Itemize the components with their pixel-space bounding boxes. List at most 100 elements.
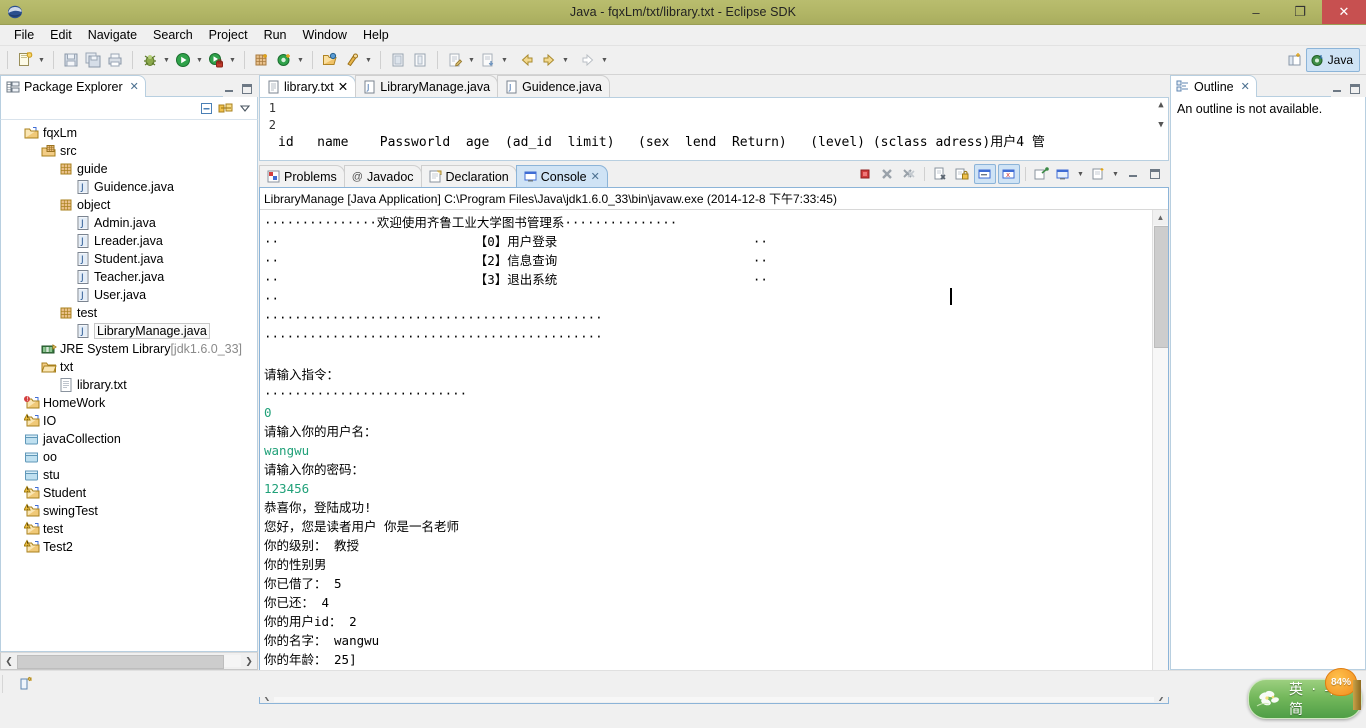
ime-toolbar[interactable]: 英 · 半 简 84%: [1248, 668, 1362, 719]
next-annotation-icon[interactable]: [387, 49, 409, 71]
editor-body[interactable]: 1 2 id name Passworld age (ad_id limit) …: [259, 97, 1169, 161]
close-icon[interactable]: ✕: [130, 80, 139, 93]
print-icon[interactable]: [104, 49, 126, 71]
tree-item[interactable]: guide: [1, 160, 257, 178]
editor-tab-library-txt[interactable]: library.txt ✕: [259, 75, 357, 97]
open-type-icon[interactable]: [319, 49, 341, 71]
scroll-lock-icon[interactable]: [952, 165, 972, 183]
pin-console-icon[interactable]: [974, 164, 996, 184]
tree-item[interactable]: object: [1, 196, 257, 214]
menu-search[interactable]: Search: [145, 26, 201, 44]
package-explorer-tree[interactable]: fqxLm src guide J Guidence.java object J Admin.…: [0, 120, 258, 652]
close-icon[interactable]: ✕: [1241, 80, 1250, 93]
new-console-dropdown-icon[interactable]: ▼: [1075, 163, 1086, 185]
run-dropdown-icon[interactable]: ▼: [194, 49, 205, 71]
menu-run[interactable]: Run: [256, 26, 295, 44]
package-explorer-hscrollbar[interactable]: ❮ ❯: [0, 652, 258, 670]
display-selected-console-icon[interactable]: x: [998, 164, 1020, 184]
search-dropdown-icon[interactable]: ▼: [363, 49, 374, 71]
minimize-icon[interactable]: [223, 83, 235, 95]
scroll-left-icon[interactable]: ❮: [1, 656, 17, 667]
next-arrow-dropdown-icon[interactable]: ▼: [599, 49, 610, 71]
editor-tab-librarymanage-java[interactable]: J LibraryManage.java: [355, 75, 499, 97]
tree-item[interactable]: J Teacher.java: [1, 268, 257, 286]
open-console-icon[interactable]: [1031, 165, 1051, 183]
last-edit-dropdown-icon[interactable]: ▼: [466, 49, 477, 71]
menu-file[interactable]: File: [6, 26, 42, 44]
new-wizard-icon[interactable]: [14, 49, 36, 71]
tree-item[interactable]: javaCollection: [1, 430, 257, 448]
maximize-icon[interactable]: [1145, 165, 1165, 183]
menu-help[interactable]: Help: [355, 26, 397, 44]
tab-outline[interactable]: Outline ✕: [1170, 75, 1257, 97]
tree-item[interactable]: fqxLm: [1, 124, 257, 142]
editor-tab-guidence-java[interactable]: J Guidence.java: [497, 75, 610, 97]
maximize-icon[interactable]: [241, 83, 253, 95]
debug-icon[interactable]: [139, 49, 161, 71]
forward-icon[interactable]: [538, 49, 560, 71]
new-class-icon[interactable]: [273, 49, 295, 71]
maximize-icon[interactable]: [1349, 83, 1361, 95]
tree-item[interactable]: ! Test2: [1, 538, 257, 556]
last-edit-location-icon[interactable]: [444, 49, 466, 71]
save-icon[interactable]: [60, 49, 82, 71]
remove-launch-icon[interactable]: [877, 165, 897, 183]
run-coverage-icon[interactable]: [205, 49, 227, 71]
maximize-button[interactable]: ❐: [1278, 0, 1322, 24]
terminate-icon[interactable]: [855, 165, 875, 183]
open-console-menu-icon[interactable]: [1088, 165, 1108, 183]
close-icon[interactable]: ✕: [338, 79, 348, 94]
tree-item[interactable]: oo: [1, 448, 257, 466]
next-arrow-icon[interactable]: [577, 49, 599, 71]
scroll-up-icon[interactable]: ▲: [1153, 210, 1168, 225]
tab-problems[interactable]: Problems: [259, 165, 345, 187]
tree-item[interactable]: J Admin.java: [1, 214, 257, 232]
scroll-right-icon[interactable]: ❯: [241, 656, 257, 667]
tree-item[interactable]: JRE System Library [jdk1.6.0_33]: [1, 340, 257, 358]
save-all-icon[interactable]: [82, 49, 104, 71]
console-body[interactable]: LibraryManage [Java Application] C:\Prog…: [259, 187, 1169, 704]
run-coverage-dropdown-icon[interactable]: ▼: [227, 49, 238, 71]
console-output[interactable]: ···············欢迎使用齐鲁工业大学图书管理系··········…: [260, 210, 1152, 688]
editor-vscrollbar[interactable]: ▲ ▼: [1154, 98, 1168, 160]
forward-dropdown-icon[interactable]: ▼: [560, 49, 571, 71]
tree-item[interactable]: ! swingTest: [1, 502, 257, 520]
menu-navigate[interactable]: Navigate: [80, 26, 145, 44]
new-class-dropdown-icon[interactable]: ▼: [295, 49, 306, 71]
menu-project[interactable]: Project: [201, 26, 256, 44]
new-wizard-dropdown-icon[interactable]: ▼: [36, 49, 47, 71]
menu-window[interactable]: Window: [295, 26, 355, 44]
debug-dropdown-icon[interactable]: ▼: [161, 49, 172, 71]
tree-item[interactable]: library.txt: [1, 376, 257, 394]
goto-line-dropdown-icon[interactable]: ▼: [499, 49, 510, 71]
clear-console-icon[interactable]: [930, 165, 950, 183]
close-button[interactable]: ✕: [1322, 0, 1366, 24]
console-vscrollbar[interactable]: ▲ ▼: [1152, 210, 1168, 688]
new-java-project-icon[interactable]: [251, 49, 273, 71]
link-with-editor-icon[interactable]: [218, 101, 235, 116]
minimize-icon[interactable]: [1123, 165, 1143, 183]
view-menu-icon[interactable]: [239, 102, 251, 114]
remove-all-terminated-icon[interactable]: [899, 165, 919, 183]
tree-item[interactable]: src: [1, 142, 257, 160]
close-icon[interactable]: ✕: [591, 170, 600, 183]
tab-javadoc[interactable]: @ Javadoc: [343, 165, 422, 187]
previous-annotation-icon[interactable]: [409, 49, 431, 71]
tree-item[interactable]: J User.java: [1, 286, 257, 304]
new-console-view-icon[interactable]: [1053, 165, 1073, 183]
perspective-java[interactable]: Java: [1305, 48, 1360, 72]
minimize-icon[interactable]: [1331, 83, 1343, 95]
tree-item[interactable]: stu: [1, 466, 257, 484]
menu-edit[interactable]: Edit: [42, 26, 80, 44]
search-icon[interactable]: [341, 49, 363, 71]
scroll-down-icon[interactable]: ▼: [1158, 120, 1163, 130]
back-icon[interactable]: [516, 49, 538, 71]
goto-line-icon[interactable]: [477, 49, 499, 71]
tree-item[interactable]: test: [1, 304, 257, 322]
minimize-button[interactable]: –: [1234, 0, 1278, 24]
tab-package-explorer[interactable]: Package Explorer ✕: [0, 75, 146, 97]
tree-item[interactable]: J LibraryManage.java: [1, 322, 257, 340]
tree-item[interactable]: J Lreader.java: [1, 232, 257, 250]
run-icon[interactable]: [172, 49, 194, 71]
tree-item[interactable]: ! HomeWork: [1, 394, 257, 412]
